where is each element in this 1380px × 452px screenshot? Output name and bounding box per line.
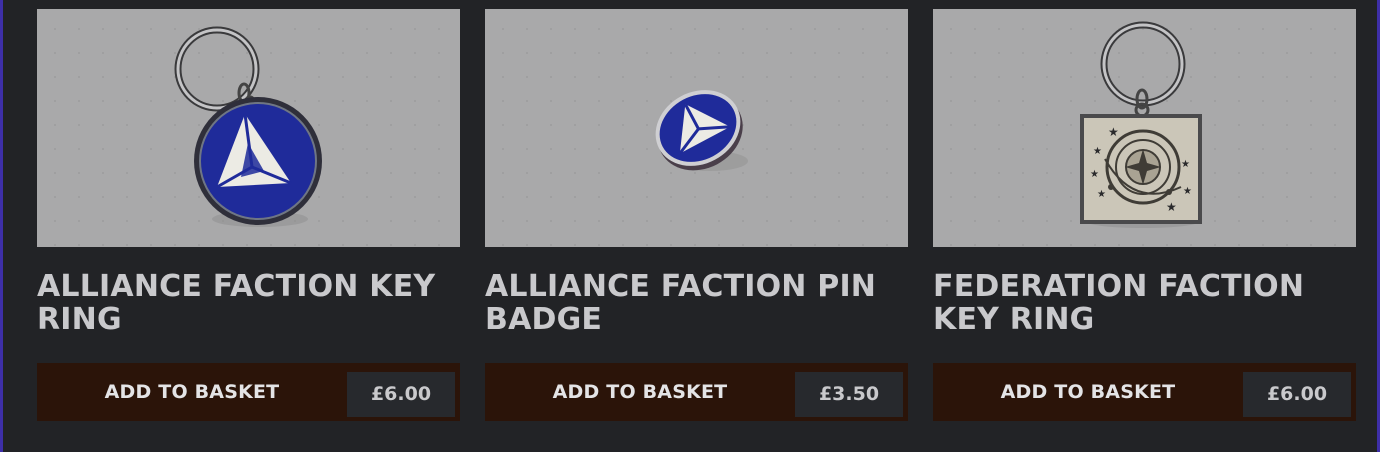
add-to-basket-label: ADD TO BASKET xyxy=(552,381,728,403)
price-label: £6.00 xyxy=(347,372,455,417)
add-to-basket-label: ADD TO BASKET xyxy=(1000,381,1176,403)
product-title[interactable]: ALLIANCE FACTION KEY RING xyxy=(37,270,452,336)
add-to-basket-button[interactable]: ADD TO BASKET £6.00 xyxy=(37,363,460,421)
product-grid: ALLIANCE FACTION KEY RING ADD TO BASKET … xyxy=(37,9,1356,429)
svg-text:★: ★ xyxy=(1097,189,1106,200)
product-title[interactable]: ALLIANCE FACTION PIN BADGE xyxy=(485,270,900,336)
add-to-basket-button[interactable]: ADD TO BASKET £6.00 xyxy=(933,363,1356,421)
product-image[interactable] xyxy=(485,9,908,247)
product-card: ALLIANCE FACTION KEY RING ADD TO BASKET … xyxy=(37,9,460,429)
federation-key-ring-icon: ★ ★ ★ ★ ★ ★ ★ xyxy=(1080,21,1202,228)
alliance-pin-badge-icon xyxy=(655,90,748,171)
price-label: £3.50 xyxy=(795,372,903,417)
alliance-key-ring-icon xyxy=(174,26,322,227)
svg-text:★: ★ xyxy=(1093,146,1102,157)
price-label: £6.00 xyxy=(1243,372,1351,417)
svg-text:★: ★ xyxy=(1183,186,1192,197)
product-title[interactable]: FEDERATION FACTION KEY RING xyxy=(933,270,1348,336)
add-to-basket-label: ADD TO BASKET xyxy=(104,381,280,403)
add-to-basket-button[interactable]: ADD TO BASKET £3.50 xyxy=(485,363,908,421)
product-image[interactable]: ★ ★ ★ ★ ★ ★ ★ xyxy=(933,9,1356,247)
svg-text:★: ★ xyxy=(1090,169,1099,180)
window-border-left xyxy=(0,0,3,452)
product-card: ALLIANCE FACTION PIN BADGE ADD TO BASKET… xyxy=(485,9,908,429)
product-image[interactable] xyxy=(37,9,460,247)
product-card: ★ ★ ★ ★ ★ ★ ★ FEDERATION FACTION KEY RIN… xyxy=(933,9,1356,429)
svg-text:★: ★ xyxy=(1166,200,1177,214)
svg-text:★: ★ xyxy=(1181,159,1190,170)
svg-text:★: ★ xyxy=(1108,125,1119,139)
